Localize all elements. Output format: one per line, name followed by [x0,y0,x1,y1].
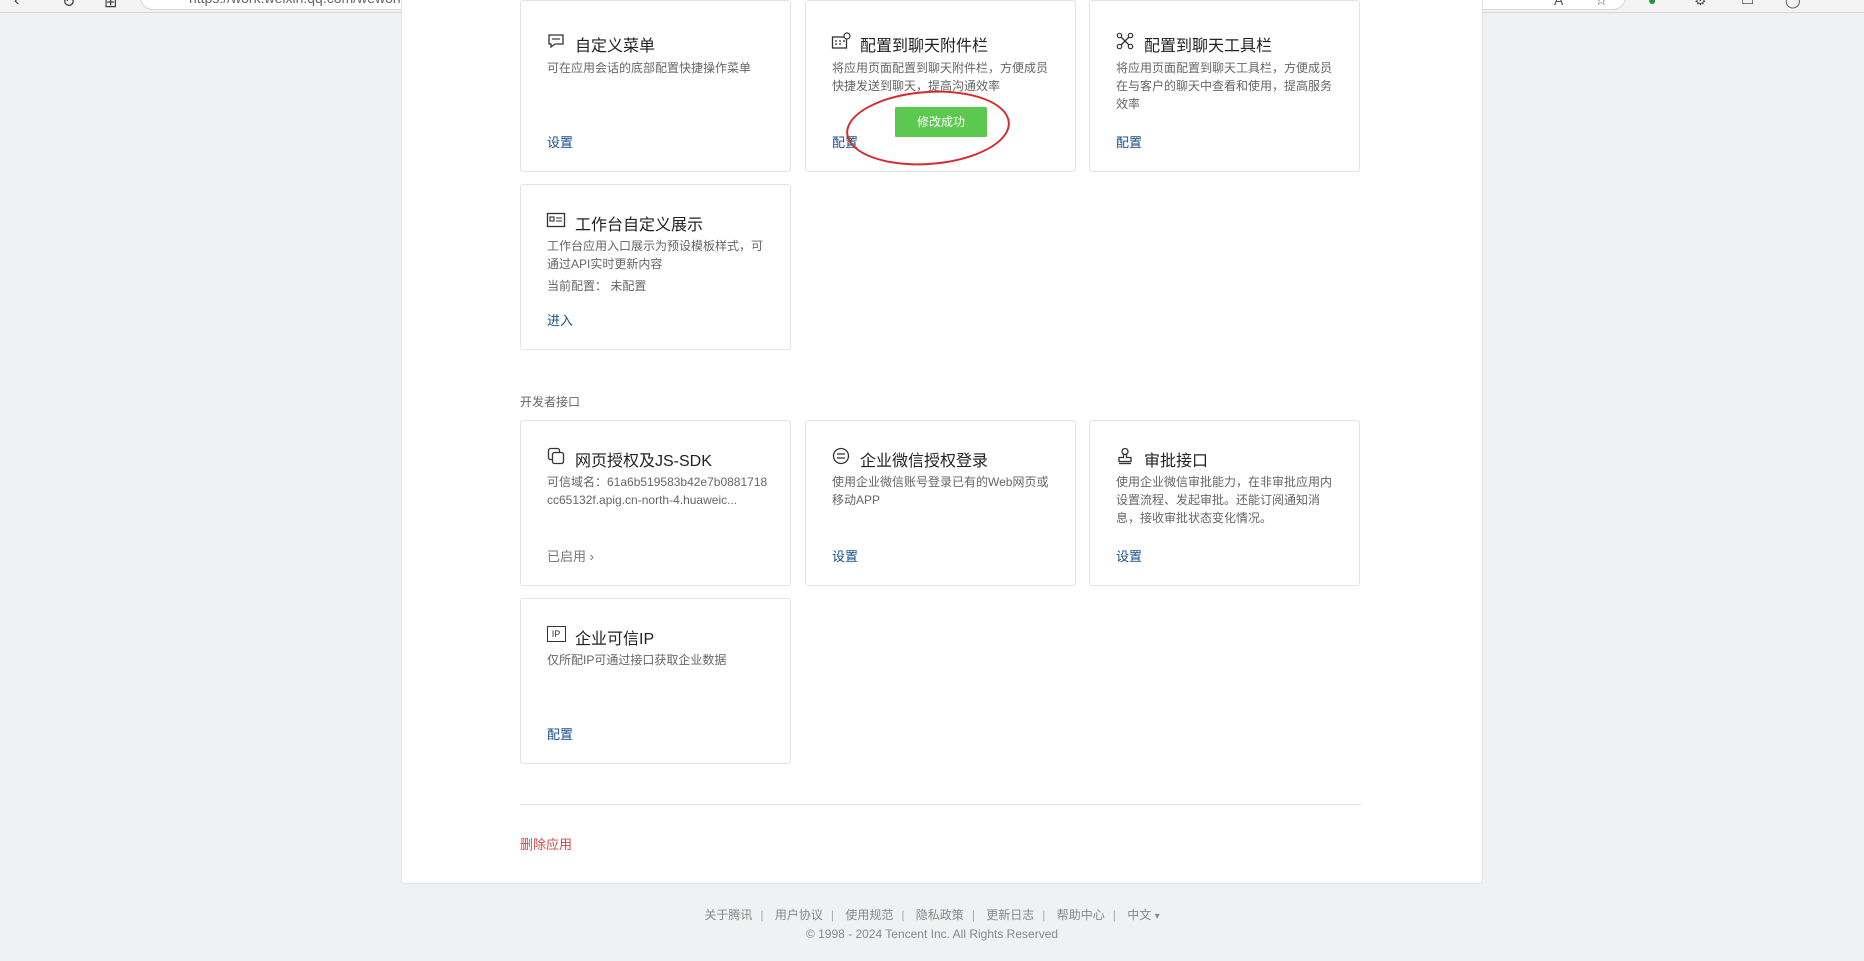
chevron-right-icon: › [589,549,594,564]
footer-link-changelog[interactable]: 更新日志 [986,908,1034,922]
custom-menu-card: 自定义菜单 可在应用会话的底部配置快捷操作菜单 设置 [520,0,791,172]
refresh-icon[interactable]: ↻ [62,0,75,12]
footer-link-help[interactable]: 帮助中心 [1057,908,1105,922]
footer-link-usage-rules[interactable]: 使用规范 [845,908,893,922]
copyright-text: © 1998 - 2024 Tencent Inc. All Rights Re… [805,927,1059,941]
settings-icon[interactable]: ⚙ [1694,0,1707,9]
trusted-ip-config-link[interactable]: 配置 [547,724,573,743]
footer-link-user-agreement[interactable]: 用户协议 [775,908,823,922]
template-card-icon [546,210,566,230]
divider [520,804,1361,805]
card-description: 使用企业微信账号登录已有的Web网页或移动APP [832,475,1049,507]
profile-icon[interactable]: ◯ [1785,0,1801,9]
card-title: 企业微信授权登录 [860,453,989,470]
custom-menu-settings-link[interactable]: 设置 [547,132,573,151]
card-title: 企业可信IP [575,631,655,648]
attachment-bar-icon [831,31,851,51]
card-description: 仅所配IP可通过接口获取企业数据 [547,653,727,667]
language-selector[interactable]: 中文 ▾ [1127,908,1159,922]
footer-link-about[interactable]: 关于腾讯 [704,908,752,922]
status-label: 已启用 [547,549,587,564]
card-title: 网页授权及JS-SDK [575,453,712,470]
card-description: 可在应用会话的底部配置快捷操作菜单 [547,61,752,75]
delete-app-button[interactable]: 删除应用 [520,834,572,853]
footer-link-privacy[interactable]: 隐私政策 [916,908,964,922]
approval-settings-link[interactable]: 设置 [1116,546,1142,565]
card-title: 配置到聊天工具栏 [1144,38,1273,55]
developer-section-label: 开发者接口 [520,395,581,409]
web-auth-card: 网页授权及JS-SDK 可信域名：61a6b519583b42e7b088171… [520,420,791,586]
card-title: 自定义菜单 [575,38,656,55]
extension-icon[interactable]: ● [1648,0,1656,8]
workbench-display-card: 工作台自定义展示 工作台应用入口展示为预设模板样式，可通过API实时更新内容 当… [520,184,791,350]
card-description: 工作台应用入口展示为预设模板样式，可通过API实时更新内容 [547,239,764,271]
toolbar-icon [1115,31,1135,51]
current-config-text: 当前配置： 未配置 [547,279,647,293]
login-icon [831,446,851,466]
wecom-login-card: 企业微信授权登录 使用企业微信账号登录已有的Web网页或移动APP 设置 [805,420,1076,586]
trusted-domain-text: 可信域名：61a6b519583b42e7b0881718cc65132f.ap… [547,475,768,507]
card-description: 将应用页面配置到聊天工具栏，方便成员在与客户的聊天中查看和使用，提高服务效率 [1116,61,1333,111]
web-auth-status-link[interactable]: 已启用 › [547,546,594,565]
favorite-icon[interactable]: ☆ [1595,0,1608,9]
approval-card: 审批接口 使用企业微信审批能力，在非审批应用内设置流程、发起审批。还能订阅通知消… [1089,420,1360,586]
workbench-enter-link[interactable]: 进入 [547,310,573,329]
card-title: 工作台自定义展示 [575,217,704,234]
caret-down-icon: ▾ [1154,911,1160,922]
language-label: 中文 [1127,908,1152,922]
web-auth-icon [546,446,566,466]
card-description: 将应用页面配置到聊天附件栏，方便成员快捷发送到聊天，提高沟通效率 [832,61,1049,93]
chat-toolbar-card: 配置到聊天工具栏 将应用页面配置到聊天工具栏，方便成员在与客户的聊天中查看和使用… [1089,0,1360,172]
chat-toolbar-config-link[interactable]: 配置 [1116,132,1142,151]
menu-icon [546,31,566,51]
wecom-login-settings-link[interactable]: 设置 [832,546,858,565]
collections-icon[interactable]: ▭ [1741,0,1754,9]
trusted-ip-card: IP 企业可信IP 仅所配IP可通过接口获取企业数据 配置 [520,598,791,764]
ip-icon: IP [546,624,566,644]
stamp-icon [1115,446,1135,466]
card-title: 审批接口 [1144,453,1209,470]
apps-icon[interactable]: ⊞ [104,0,117,12]
back-icon[interactable]: ‹ [14,0,19,10]
read-aloud-icon[interactable]: A [1554,0,1563,8]
card-description: 使用企业微信审批能力，在非审批应用内设置流程、发起审批。还能订阅通知消息，接收审… [1116,475,1333,525]
footer-links: 关于腾讯 | 用户协议 | 使用规范 | 隐私政策 | 更新日志 | 帮助中心 | 中文 ▾ [704,908,1160,922]
card-title: 配置到聊天附件栏 [860,38,989,55]
